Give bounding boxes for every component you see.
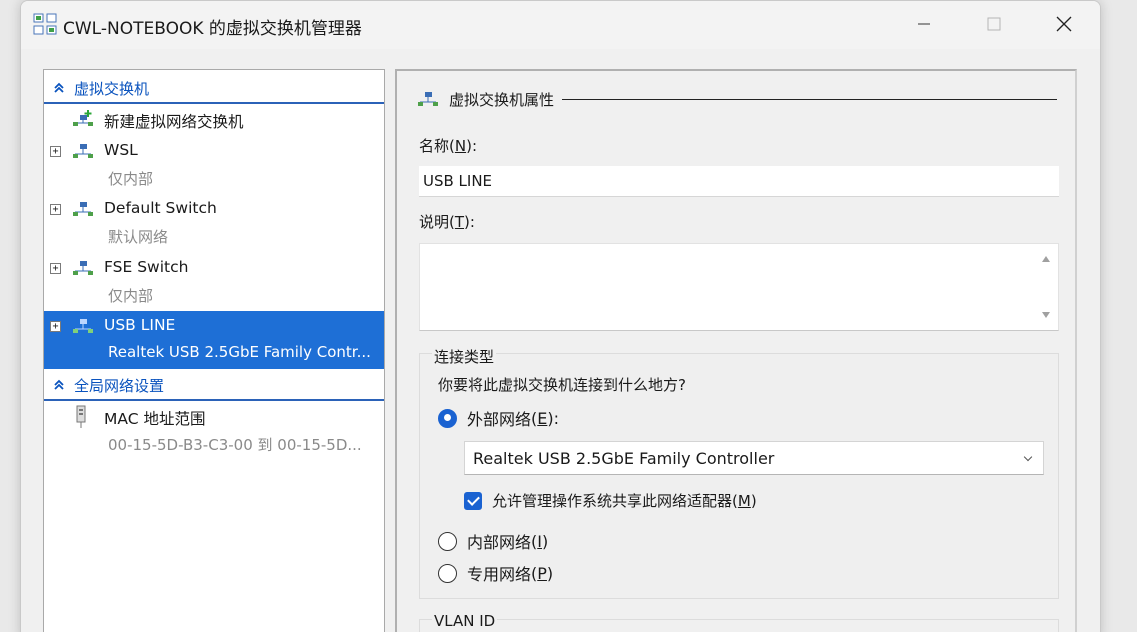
chevron-down-icon [1023, 452, 1033, 462]
minimize-button[interactable] [889, 1, 959, 47]
maximize-icon [987, 17, 1001, 31]
adapter-select[interactable]: Realtek USB 2.5GbE Family Controller [464, 441, 1044, 475]
checkbox-checked-icon[interactable] [464, 491, 482, 510]
properties-title: 虚拟交换机属性 [449, 90, 555, 109]
title-bar: CWL-NOTEBOOK 的虚拟交换机管理器 [21, 1, 1100, 49]
header-underline [44, 102, 384, 104]
scroll-down-icon[interactable] [1042, 312, 1050, 318]
switch-icon [73, 319, 93, 333]
minimize-icon [918, 23, 930, 25]
private-network-radio[interactable]: 专用网络(P) [438, 561, 553, 585]
collapse-chevron-icon [54, 379, 64, 390]
expand-icon[interactable]: + [50, 146, 61, 157]
switch-icon [73, 144, 93, 158]
new-virtual-switch-item[interactable]: 新建虚拟网络交换机 [44, 106, 384, 134]
properties-header: 虚拟交换机属性 [417, 87, 1057, 111]
maximize-button[interactable] [959, 1, 1029, 47]
new-switch-icon [73, 110, 93, 126]
vlan-id-title: VLAN ID [432, 612, 498, 630]
new-switch-label: 新建虚拟网络交换机 [104, 113, 244, 131]
close-button[interactable] [1029, 1, 1099, 47]
switch-name: WSL [104, 141, 138, 159]
switch-detail: 仅内部 [108, 287, 154, 305]
properties-panel: 虚拟交换机属性 名称(N): 说明(T): 连接类型 你要将此虚拟交换机连接到什… [395, 69, 1077, 632]
connection-type-group: 连接类型 你要将此虚拟交换机连接到什么地方? 外部网络(E): Realtek … [419, 346, 1059, 599]
expand-icon[interactable]: + [50, 204, 61, 215]
connection-type-title: 连接类型 [432, 346, 497, 367]
name-label: 名称(N): [419, 137, 478, 155]
description-label: 说明(T): [419, 213, 475, 231]
mac-range-label: MAC 地址范围 [104, 410, 206, 428]
mac-address-icon [76, 405, 86, 428]
header-rule [562, 98, 1057, 100]
tree-item-wsl[interactable]: + WSL 仅内部 [44, 138, 384, 192]
header-underline [44, 399, 384, 401]
switch-name: FSE Switch [104, 258, 189, 276]
switch-name: USB LINE [104, 316, 176, 334]
switch-icon [418, 92, 438, 106]
tree-item-default-switch[interactable]: + Default Switch 默认网络 [44, 196, 384, 250]
switch-manager-app-icon [33, 13, 57, 35]
switch-tree: 虚拟交换机 新建虚拟网络交换机 + WSL 仅内部 + Default Swit… [43, 69, 385, 632]
expand-icon[interactable]: + [50, 321, 61, 332]
switch-detail: Realtek USB 2.5GbE Family Contr... [108, 343, 371, 361]
tree-item-usb-line[interactable]: + USB LINE Realtek USB 2.5GbE Family Con… [44, 311, 384, 369]
switch-icon [73, 202, 93, 216]
name-input[interactable] [419, 166, 1059, 197]
radio-unchecked-icon[interactable] [438, 531, 457, 551]
global-settings-header[interactable]: 全局网络设置 [44, 369, 384, 401]
description-textarea[interactable] [419, 243, 1059, 331]
internal-network-radio[interactable]: 内部网络(I) [438, 529, 548, 553]
expand-icon[interactable]: + [50, 263, 61, 274]
collapse-chevron-icon [54, 82, 64, 93]
virtual-switches-header-label: 虚拟交换机 [74, 79, 150, 98]
external-network-radio[interactable]: 外部网络(E): [438, 406, 559, 430]
global-settings-header-label: 全局网络设置 [74, 376, 165, 395]
tree-item-fse-switch[interactable]: + FSE Switch 仅内部 [44, 255, 384, 309]
connection-question: 你要将此虚拟交换机连接到什么地方? [438, 376, 686, 394]
vlan-id-group: VLAN ID [419, 612, 1059, 632]
share-adapter-checkbox[interactable]: 允许管理操作系统共享此网络适配器(M) [464, 490, 757, 511]
switch-detail: 默认网络 [108, 228, 169, 246]
scroll-up-icon[interactable] [1042, 256, 1050, 262]
switch-name: Default Switch [104, 199, 217, 217]
window-title: CWL-NOTEBOOK 的虚拟交换机管理器 [63, 19, 362, 39]
tree-item-mac-range[interactable]: MAC 地址范围 00-15-5D-B3-C3-00 到 00-15-5D... [44, 404, 384, 458]
virtual-switches-header[interactable]: 虚拟交换机 [44, 72, 384, 104]
mac-range-detail: 00-15-5D-B3-C3-00 到 00-15-5D... [108, 436, 362, 454]
radio-checked-icon[interactable] [438, 408, 457, 428]
switch-detail: 仅内部 [108, 170, 154, 188]
switch-icon [73, 261, 93, 275]
adapter-select-value: Realtek USB 2.5GbE Family Controller [473, 448, 775, 468]
radio-unchecked-icon[interactable] [438, 563, 457, 583]
close-icon [1056, 16, 1072, 32]
switch-manager-window: CWL-NOTEBOOK 的虚拟交换机管理器 虚拟交换机 新建虚拟网络交换机 +… [20, 0, 1101, 632]
